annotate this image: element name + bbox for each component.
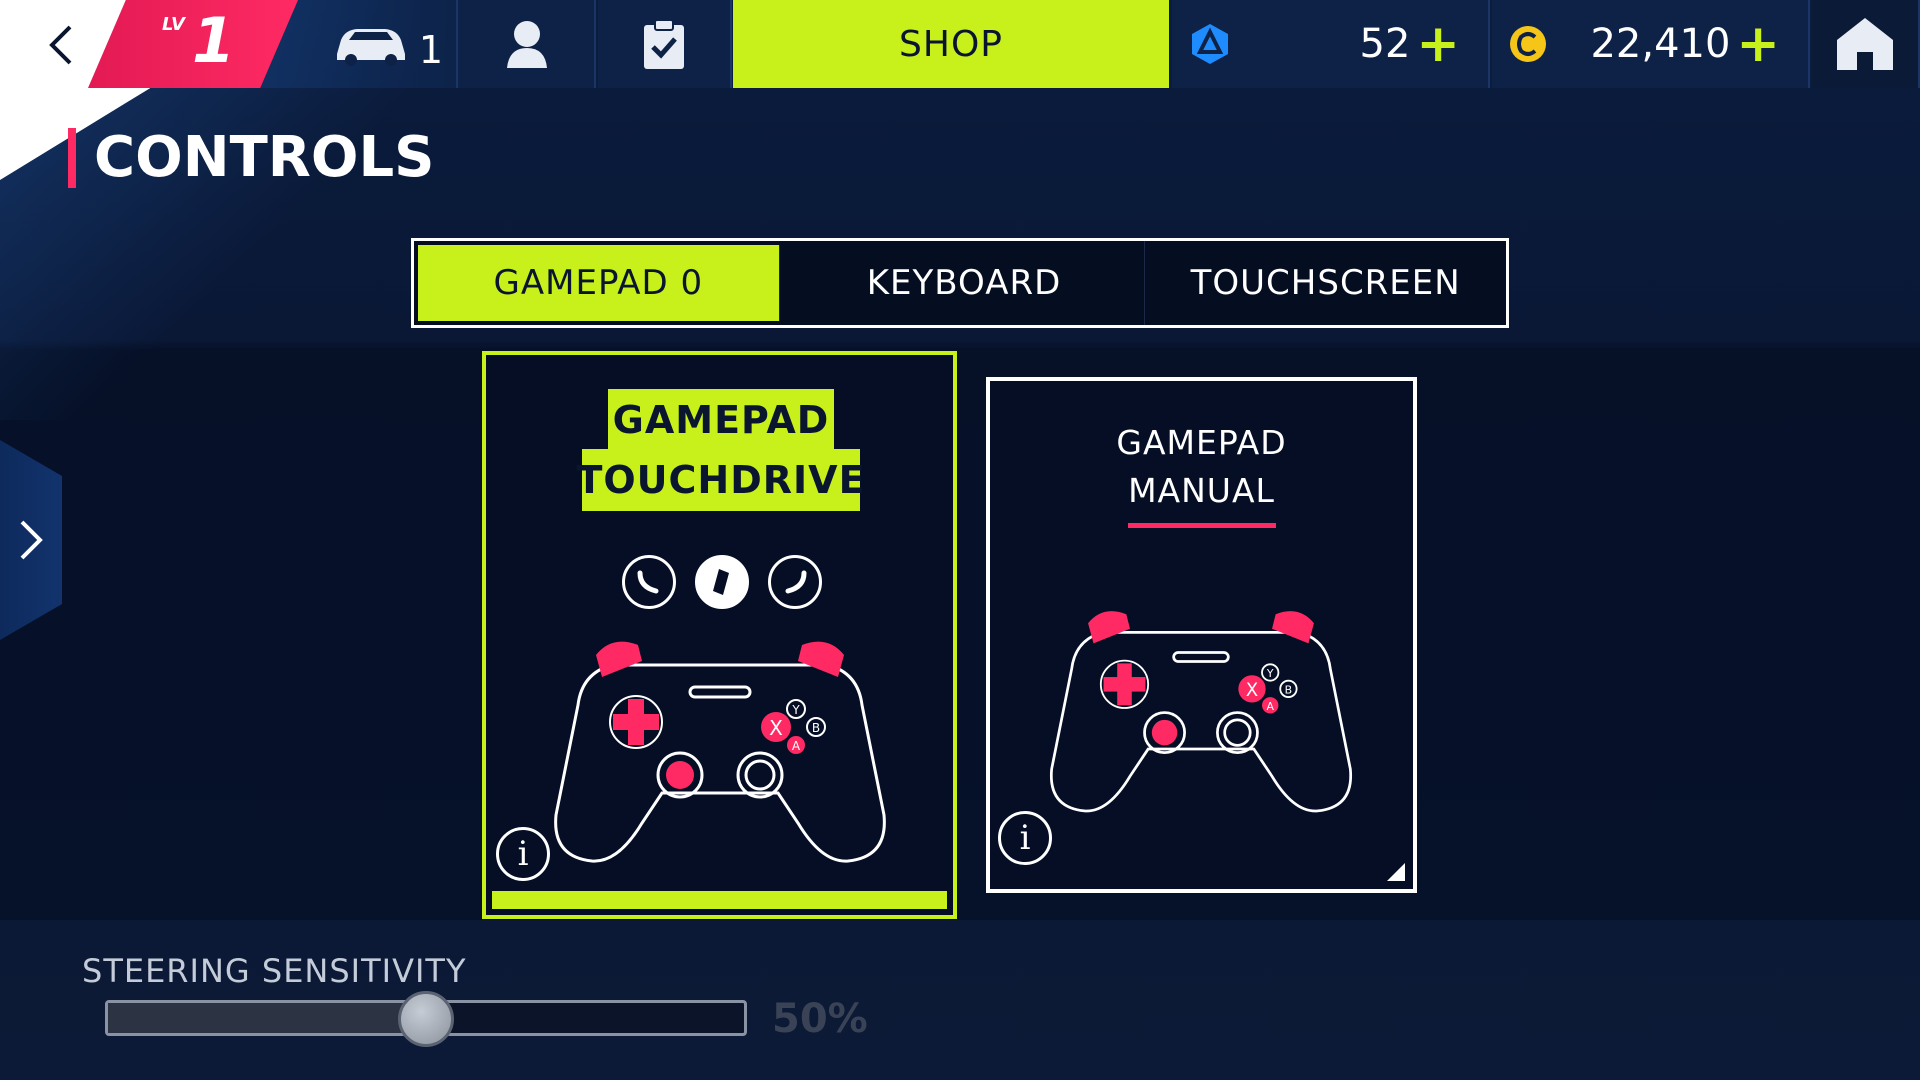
credits-icon <box>1510 26 1546 62</box>
chevron-left-icon <box>49 25 72 65</box>
garage-button[interactable]: 1 <box>318 0 458 88</box>
car-icon <box>336 29 405 66</box>
page-title: CONTROLS <box>68 128 435 188</box>
tab-gamepad[interactable]: GAMEPAD 0 <box>418 245 780 321</box>
svg-text:B: B <box>1285 683 1292 696</box>
chevron-right-icon <box>20 520 43 560</box>
slider-fill <box>108 1003 426 1033</box>
steer-left-icon[interactable] <box>622 555 676 609</box>
clipboard-check-icon <box>644 19 684 69</box>
card-title-line1: GAMEPAD <box>608 389 834 451</box>
gamepad-manual-card[interactable]: GAMEPAD MANUAL X Y B A i <box>986 377 1417 893</box>
svg-text:Y: Y <box>791 703 800 717</box>
profile-icon <box>507 21 547 68</box>
card-title-line1: GAMEPAD <box>1116 423 1287 462</box>
add-tokens-button[interactable]: + <box>1416 18 1460 70</box>
level-number: 1 <box>192 4 236 77</box>
svg-text:A: A <box>1266 700 1274 713</box>
card-title-line2: MANUAL <box>1128 471 1275 510</box>
slider-thumb[interactable] <box>398 991 454 1047</box>
svg-text:B: B <box>812 721 820 735</box>
accelerate-icon[interactable] <box>695 555 749 609</box>
back-button[interactable] <box>36 20 86 70</box>
selected-indicator-bar <box>492 891 947 909</box>
tokens-display[interactable]: 52 + <box>1172 0 1490 88</box>
steer-right-icon[interactable] <box>768 555 822 609</box>
add-credits-button[interactable]: + <box>1736 18 1780 70</box>
top-bar: LV 1 1 SHOP 52 + 22,410 + <box>0 0 1920 180</box>
svg-text:X: X <box>769 716 783 740</box>
steering-sensitivity-slider[interactable] <box>105 991 747 1047</box>
home-button[interactable] <box>1812 0 1920 88</box>
tokens-value: 52 <box>1359 21 1411 67</box>
svg-text:X: X <box>1246 680 1258 701</box>
level-prefix: LV <box>162 14 185 35</box>
corner-triangle-icon <box>1387 863 1405 881</box>
assist-mode-icons <box>622 555 822 611</box>
credits-display[interactable]: 22,410 + <box>1492 0 1810 88</box>
title-underline <box>1128 523 1276 528</box>
profile-button[interactable] <box>460 0 596 88</box>
info-button[interactable]: i <box>496 827 550 881</box>
tasks-button[interactable] <box>598 0 732 88</box>
credits-value: 22,410 <box>1590 21 1731 67</box>
info-button[interactable]: i <box>998 811 1052 865</box>
controls-tabs: GAMEPAD 0 KEYBOARD TOUCHSCREEN <box>411 238 1509 328</box>
gamepad-icon: X Y B A <box>554 641 886 863</box>
dpad-icon <box>613 699 659 745</box>
shop-button[interactable]: SHOP <box>733 0 1169 88</box>
steering-sensitivity-label: STEERING SENSITIVITY <box>82 952 467 990</box>
cars-count: 1 <box>418 28 444 72</box>
gamepad-touchdrive-card[interactable]: GAMEPAD TOUCHDRIVE X Y B A i <box>482 351 957 919</box>
home-icon <box>1837 18 1893 70</box>
tab-touchscreen[interactable]: TOUCHSCREEN <box>1145 241 1506 325</box>
gamepad-icon: X Y B A <box>1049 611 1353 813</box>
token-icon <box>1192 24 1228 64</box>
tab-keyboard[interactable]: KEYBOARD <box>784 241 1146 325</box>
card-title-line2: TOUCHDRIVE <box>576 449 865 511</box>
svg-text:Y: Y <box>1266 667 1274 680</box>
steering-sensitivity-value: 50% <box>772 996 868 1042</box>
svg-text:A: A <box>792 739 801 753</box>
